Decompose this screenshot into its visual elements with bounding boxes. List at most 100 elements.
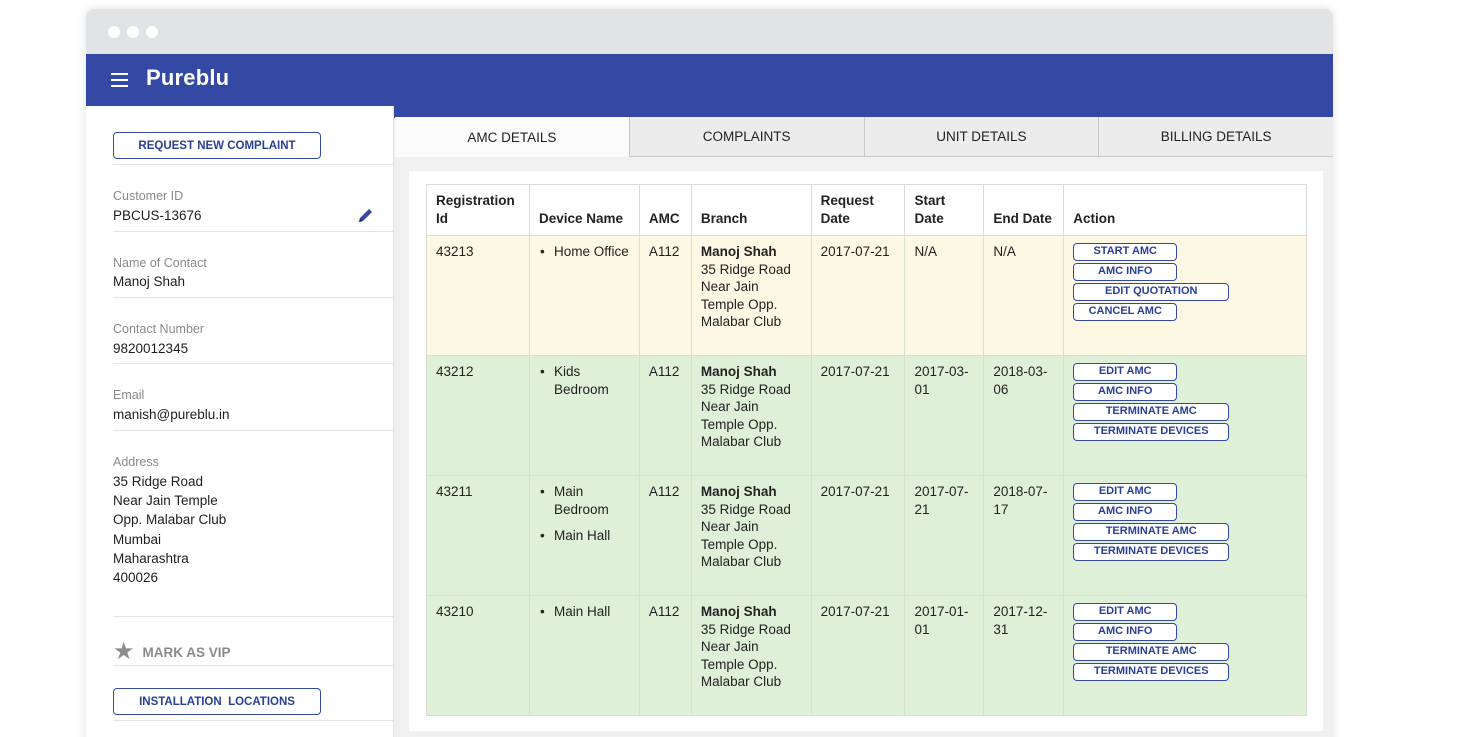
device-item: Home Office bbox=[539, 243, 630, 261]
table-row: 43211 Main Bedroom Main Hall A112 Manoj … bbox=[426, 475, 1307, 596]
branch-cell: Manoj Shah 35 Ridge Road Near Jain Templ… bbox=[690, 595, 812, 716]
start-date-cell: N/A bbox=[904, 235, 985, 356]
request-date-cell: 2017-07-21 bbox=[810, 235, 906, 356]
branch-address: 35 Ridge Road Near Jain Temple Opp. Mala… bbox=[700, 381, 791, 450]
column-header: Action bbox=[1063, 184, 1307, 236]
email-label: Email bbox=[113, 388, 145, 402]
request-date-cell: 2017-07-21 bbox=[810, 475, 906, 596]
branch-cell: Manoj Shah 35 Ridge Road Near Jain Templ… bbox=[690, 235, 812, 356]
app-title: Pureblu bbox=[146, 65, 230, 90]
request-new-complaint-button[interactable]: REQUEST NEW COMPLAINT bbox=[113, 132, 321, 159]
divider bbox=[113, 231, 393, 232]
star-icon: ★ bbox=[113, 638, 135, 665]
branch-name: Manoj Shah bbox=[700, 364, 777, 379]
amc-info-button[interactable]: AMC INFO bbox=[1073, 383, 1178, 401]
registration-id-cell: 43213 bbox=[426, 235, 530, 356]
address-line: Mumbai bbox=[113, 531, 162, 547]
tab-billing-details[interactable]: BILLING DETAILS bbox=[1099, 117, 1333, 157]
registration-id-cell: 43211 bbox=[426, 475, 530, 596]
branch-name: Manoj Shah bbox=[700, 604, 777, 619]
terminate-devices-button[interactable]: TERMINATE DEVICES bbox=[1073, 663, 1230, 681]
end-date-cell: 2018-07-17 bbox=[983, 475, 1065, 596]
action-cell: EDIT AMC AMC INFO TERMINATE AMC TERMINAT… bbox=[1063, 595, 1307, 716]
address-label: Address bbox=[113, 455, 159, 469]
contact-number-value: 9820012345 bbox=[113, 341, 189, 356]
start-amc-button[interactable]: START AMC bbox=[1073, 243, 1178, 261]
branch-address: 35 Ridge Road Near Jain Temple Opp. Mala… bbox=[700, 621, 791, 690]
detail-tabs: AMC DETAILS COMPLAINTS UNIT DETAILS BILL… bbox=[395, 117, 1333, 157]
branch-cell: Manoj Shah 35 Ridge Road Near Jain Templ… bbox=[690, 475, 812, 596]
device-item: Main Hall bbox=[539, 603, 630, 621]
pencil-icon[interactable] bbox=[356, 207, 376, 225]
column-header: Branch bbox=[690, 184, 812, 236]
amc-cell: A112 bbox=[638, 595, 692, 716]
table-row: 43212 Kids Bedroom A112 Manoj Shah 35 Ri… bbox=[426, 355, 1307, 476]
branch-address: 35 Ridge Road Near Jain Temple Opp. Mala… bbox=[700, 261, 791, 330]
device-item: Main Hall bbox=[539, 527, 630, 545]
browser-window: Pureblu REQUEST NEW COMPLAINT Customer I… bbox=[86, 9, 1333, 737]
tab-amc-details[interactable]: AMC DETAILS bbox=[395, 117, 630, 157]
end-date-cell: N/A bbox=[983, 235, 1065, 356]
tab-complaints[interactable]: COMPLAINTS bbox=[629, 117, 865, 157]
registration-id-cell: 43212 bbox=[426, 355, 530, 476]
address-line: Maharashtra bbox=[113, 550, 189, 566]
customer-id-label: Customer ID bbox=[113, 189, 184, 203]
terminate-devices-button[interactable]: TERMINATE DEVICES bbox=[1073, 423, 1230, 441]
table-row: 43210 Main Hall A112 Manoj Shah 35 Ridge… bbox=[426, 595, 1307, 716]
address-line: Near Jain Temple bbox=[113, 493, 218, 509]
edit-amc-button[interactable]: EDIT AMC bbox=[1073, 603, 1178, 621]
end-date-cell: 2018-03-06 bbox=[983, 355, 1065, 476]
window-dot[interactable] bbox=[146, 25, 158, 38]
action-cell: EDIT AMC AMC INFO TERMINATE AMC TERMINAT… bbox=[1063, 475, 1307, 596]
terminate-devices-button[interactable]: TERMINATE DEVICES bbox=[1073, 543, 1230, 561]
start-date-cell: 2017-03-01 bbox=[904, 355, 985, 476]
divider bbox=[113, 616, 393, 617]
terminate-amc-button[interactable]: TERMINATE AMC bbox=[1073, 523, 1230, 541]
contact-number-label: Contact Number bbox=[113, 322, 205, 336]
amc-info-button[interactable]: AMC INFO bbox=[1073, 263, 1178, 281]
device-name-cell: Main Bedroom Main Hall bbox=[528, 475, 640, 596]
branch-name: Manoj Shah bbox=[700, 244, 777, 259]
branch-name: Manoj Shah bbox=[700, 484, 777, 499]
device-name-cell: Kids Bedroom bbox=[528, 355, 640, 476]
tab-unit-details[interactable]: UNIT DETAILS bbox=[864, 117, 1100, 157]
edit-amc-button[interactable]: EDIT AMC bbox=[1073, 363, 1178, 381]
email-value: manish@pureblu.in bbox=[113, 407, 230, 422]
address-line: Opp. Malabar Club bbox=[113, 512, 227, 528]
contact-name-label: Name of Contact bbox=[113, 256, 207, 270]
customer-sidebar: REQUEST NEW COMPLAINT Customer ID PBCUS-… bbox=[86, 106, 394, 737]
divider bbox=[113, 164, 393, 165]
cancel-amc-button[interactable]: CANCEL AMC bbox=[1073, 303, 1178, 321]
table-header-row: Registration Id Device Name AMC Branch R… bbox=[426, 184, 1307, 236]
action-cell: START AMC AMC INFO EDIT QUOTATION CANCEL… bbox=[1063, 235, 1307, 356]
installation-locations-button[interactable]: INSTALLATION LOCATIONS bbox=[113, 688, 321, 715]
address-line: 400026 bbox=[113, 570, 159, 586]
divider bbox=[113, 297, 393, 298]
edit-amc-button[interactable]: EDIT AMC bbox=[1073, 483, 1178, 501]
amc-details-panel: Registration Id Device Name AMC Branch R… bbox=[409, 171, 1323, 731]
mark-as-vip-toggle[interactable]: ★ MARK AS VIP bbox=[113, 640, 231, 664]
action-cell: EDIT AMC AMC INFO TERMINATE AMC TERMINAT… bbox=[1063, 355, 1307, 476]
amc-info-button[interactable]: AMC INFO bbox=[1073, 503, 1178, 521]
column-header: AMC bbox=[638, 184, 692, 236]
request-date-cell: 2017-07-21 bbox=[810, 355, 906, 476]
address-line: 35 Ridge Road bbox=[113, 474, 204, 489]
edit-quotation-button[interactable]: EDIT QUOTATION bbox=[1073, 283, 1230, 301]
amc-cell: A112 bbox=[638, 355, 692, 476]
column-header: Device Name bbox=[528, 184, 640, 236]
divider bbox=[113, 363, 393, 364]
window-dot[interactable] bbox=[108, 25, 120, 38]
branch-cell: Manoj Shah 35 Ridge Road Near Jain Templ… bbox=[690, 355, 812, 476]
hamburger-icon[interactable] bbox=[111, 73, 128, 87]
customer-id-value: PBCUS-13676 bbox=[113, 208, 202, 223]
device-name-cell: Main Hall bbox=[528, 595, 640, 716]
terminate-amc-button[interactable]: TERMINATE AMC bbox=[1073, 643, 1230, 661]
amc-info-button[interactable]: AMC INFO bbox=[1073, 623, 1178, 641]
request-date-cell: 2017-07-21 bbox=[810, 595, 906, 716]
device-item: Kids Bedroom bbox=[539, 363, 630, 398]
divider bbox=[113, 430, 393, 431]
device-item: Main Bedroom bbox=[539, 483, 630, 518]
window-dot[interactable] bbox=[127, 25, 139, 38]
amc-cell: A112 bbox=[638, 235, 692, 356]
terminate-amc-button[interactable]: TERMINATE AMC bbox=[1073, 403, 1230, 421]
